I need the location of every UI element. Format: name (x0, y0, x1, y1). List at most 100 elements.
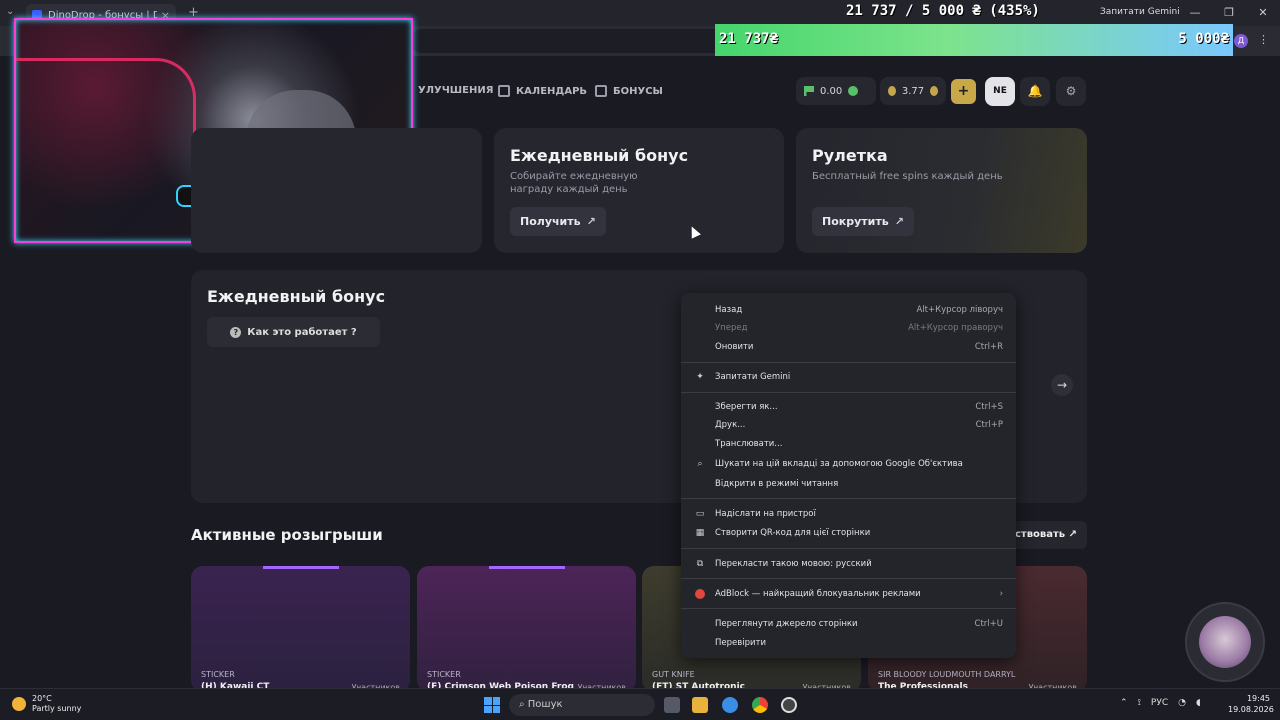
menu-item-send-to-devices[interactable]: Надіслати на пристрої (715, 506, 1003, 522)
nav-calendar[interactable]: КАЛЕНДАРЬ (498, 85, 587, 97)
menu-label: Відкрити в режимі читання (715, 479, 839, 489)
browser-menu-icon[interactable]: ⋮ (1258, 33, 1269, 46)
spin-button[interactable]: Покрутить ↗ (812, 207, 914, 236)
card-accent (489, 566, 565, 569)
menu-item-view-source[interactable]: Переглянути джерело сторінки Ctrl+U (715, 616, 1003, 632)
balance-coin-pill[interactable]: 3.77 (880, 77, 946, 105)
flag-icon (804, 86, 814, 96)
file-explorer-icon[interactable] (692, 697, 708, 713)
menu-label: AdBlock — найкращий блокувальник реклами (715, 589, 921, 599)
gemini-button[interactable]: Запитати Gemini (1100, 7, 1180, 17)
menu-label: Оновити (715, 342, 754, 352)
menu-item-reload[interactable]: Оновити Ctrl+R (715, 339, 1003, 355)
menu-item-inspect[interactable]: Перевірити (715, 635, 1003, 651)
context-menu: Назад Alt+Курсор ліворуч Уперед Alt+Курсор… (681, 293, 1016, 658)
item-type: SIR BLOODY LOUDMOUTH DARRYL (878, 670, 1016, 679)
arrow-up-right-icon: ↗ (1068, 529, 1077, 540)
ne-button[interactable]: NE (985, 77, 1015, 106)
clock-date: 19.08.2026 (1228, 705, 1274, 714)
menu-item-forward[interactable]: Уперед Alt+Курсор праворуч (715, 320, 1003, 336)
progress-goal: 5 000₴ (1178, 31, 1229, 47)
clock[interactable]: 19:45 19.08.2026 (1228, 693, 1274, 715)
windows-start-icon[interactable] (484, 697, 500, 713)
progress-current: 21 737₴ (719, 31, 779, 47)
get-bonus-label: Получить (520, 215, 581, 228)
menu-label: Надіслати на пристрої (715, 509, 816, 519)
maximize-icon[interactable]: ❐ (1212, 0, 1246, 26)
deposit-button[interactable]: + (951, 79, 976, 104)
menu-label: Запитати Gemini (715, 372, 791, 382)
panel-title: Ежедневный бонус (207, 287, 386, 306)
close-window-icon[interactable]: ✕ (1246, 0, 1280, 26)
system-tray: ⌃ ⟟ РУС ◔ ◖ (1120, 698, 1201, 708)
tab-search-icon[interactable]: ⌄ (6, 6, 14, 17)
menu-separator (681, 608, 1016, 609)
bell-icon[interactable]: 🔔 (1020, 77, 1050, 106)
menu-label: Шукати на цій вкладці за допомогою Googl… (715, 459, 963, 469)
weather-widget[interactable]: 20°C Partly sunny (12, 694, 81, 714)
menu-item-save-as[interactable]: Зберегти як... Ctrl+S (715, 399, 1003, 415)
giveaway-card[interactable]: STICKER (F) Crimson Web Poison Frog Учас… (417, 566, 636, 692)
mascot-avatar[interactable] (1185, 602, 1265, 682)
menu-shortcut: Ctrl+S (975, 402, 1003, 412)
menu-item-adblock[interactable]: AdBlock — найкращий блокувальник реклами… (715, 586, 1003, 602)
menu-item-cast[interactable]: Транслювати... (715, 436, 1003, 452)
menu-item-gemini[interactable]: Запитати Gemini (715, 369, 1003, 385)
item-type: GUT KNIFE (652, 670, 695, 679)
menu-item-translate[interactable]: Перекласти такою мовою: русский (715, 556, 1003, 572)
minimize-icon[interactable]: — (1178, 0, 1212, 26)
get-bonus-button[interactable]: Получить ↗ (510, 207, 606, 236)
language-indicator[interactable]: РУС (1151, 698, 1168, 708)
chrome-icon[interactable] (752, 697, 768, 713)
menu-shortcut: Alt+Курсор ліворуч (916, 305, 1003, 315)
how-it-works-button[interactable]: ? Как это работает ? (207, 317, 380, 347)
network-icon[interactable]: ⟟ (1138, 698, 1141, 708)
telegram-icon[interactable] (722, 697, 738, 713)
participate-label: ствовать (1015, 529, 1066, 540)
currency-icon (848, 86, 859, 96)
calendar-icon (498, 85, 510, 97)
donation-progress-bar: 21 737₴ 5 000₴ (715, 24, 1233, 56)
daily-bonus-title: Ежедневный бонус (510, 146, 689, 165)
giveaway-card[interactable]: STICKER (H) Kawaii CT Участников (191, 566, 410, 692)
roulette-desc: Бесплатный free spins каждый день (812, 171, 1003, 182)
menu-item-reader-mode[interactable]: Відкрити в режимі читання (715, 476, 1003, 492)
menu-label: Переглянути джерело сторінки (715, 619, 858, 629)
roulette-card: Рулетка Бесплатный free spins каждый ден… (796, 128, 1087, 253)
menu-item-qr-code[interactable]: Створити QR-код для цієї сторінки (715, 525, 1003, 541)
menu-separator (681, 362, 1016, 363)
participate-button[interactable]: ствовать ↗ (1005, 521, 1087, 549)
partly-sunny-icon (12, 697, 26, 711)
volume-icon[interactable]: ◖ (1196, 698, 1201, 708)
nav-bonuses[interactable]: БОНУСЫ (595, 85, 663, 97)
profile-avatar[interactable]: Д (1234, 34, 1248, 48)
menu-shortcut: Ctrl+R (974, 342, 1003, 352)
adblock-icon (695, 589, 705, 599)
arrow-up-right-icon: ↗ (894, 215, 904, 228)
chevron-up-icon[interactable]: ⌃ (1120, 698, 1128, 708)
gear-icon[interactable]: ⚙ (1056, 77, 1086, 106)
menu-label: Створити QR-код для цієї сторінки (715, 528, 871, 538)
taskbar-search[interactable]: ⌕ Пошук (509, 694, 655, 716)
obs-icon[interactable] (781, 697, 797, 713)
menu-item-google-lens[interactable]: Шукати на цій вкладці за допомогою Googl… (715, 456, 1003, 472)
menu-label: Назад (715, 305, 743, 315)
wifi-icon[interactable]: ◔ (1178, 698, 1186, 708)
menu-label: Перекласти такою мовою: русский (715, 559, 872, 569)
menu-item-print[interactable]: Друк... Ctrl+P (715, 417, 1003, 433)
item-type: STICKER (201, 670, 235, 679)
qr-code-icon: ▦ (695, 528, 705, 538)
daily-bonus-desc: Собирайте ежедневную награду каждый день (510, 171, 638, 195)
menu-separator (681, 392, 1016, 393)
card-hidden (191, 128, 482, 253)
lens-icon: ⌕ (697, 459, 703, 469)
taskbar: 20°C Partly sunny ⌕ Пошук ⌃ ⟟ РУС ◔ ◖ 19… (0, 688, 1280, 720)
next-arrow-icon[interactable]: → (1051, 374, 1073, 396)
task-view-icon[interactable] (664, 697, 680, 713)
menu-item-back[interactable]: Назад Alt+Курсор ліворуч (715, 302, 1003, 318)
balance-green-value: 0.00 (820, 85, 843, 97)
balance-green-pill[interactable]: 0.00 (796, 77, 876, 105)
menu-separator (681, 498, 1016, 499)
nav-upgrades[interactable]: УЛУЧШЕНИЯ (418, 85, 493, 96)
devices-icon: ▭ (695, 509, 705, 519)
